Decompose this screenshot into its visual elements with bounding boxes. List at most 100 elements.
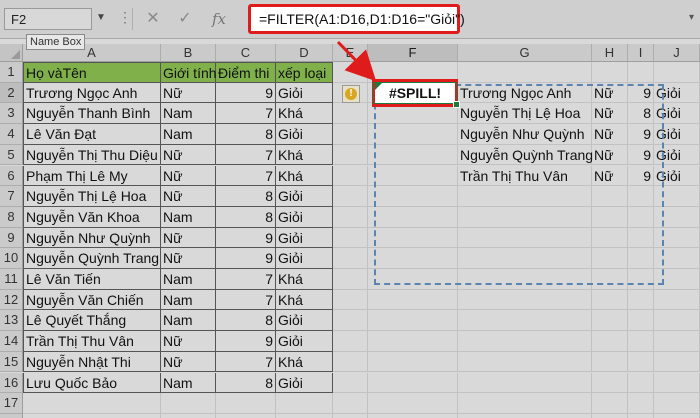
error-warning-button[interactable]: ! xyxy=(342,84,360,103)
grid-cell[interactable] xyxy=(628,289,654,311)
table-cell[interactable]: Nam xyxy=(161,269,216,290)
table-cell[interactable]: Lê Văn Tiến xyxy=(23,269,161,290)
grid-cell[interactable] xyxy=(592,372,628,394)
grid-cell[interactable] xyxy=(368,186,458,207)
table-cell[interactable]: 9 xyxy=(216,227,276,249)
grid-cell[interactable] xyxy=(592,289,628,311)
table-cell[interactable]: Nữ xyxy=(161,82,216,104)
table-cell[interactable]: Nữ xyxy=(161,248,216,269)
grid-cell[interactable] xyxy=(161,413,216,418)
grid-cell[interactable] xyxy=(216,393,276,414)
column-header-b[interactable]: B xyxy=(161,44,216,62)
grid-cell[interactable] xyxy=(628,206,654,228)
grid-cell[interactable] xyxy=(368,351,458,373)
table-cell[interactable]: Giỏi xyxy=(276,372,333,394)
table-header-cell[interactable]: Điểm thi xyxy=(216,62,276,83)
grid-cell[interactable] xyxy=(654,269,700,290)
column-header-e[interactable]: E xyxy=(333,44,368,62)
row-header-17[interactable]: 17 xyxy=(0,393,23,414)
table-cell[interactable]: Giỏi xyxy=(276,248,333,269)
column-header-g[interactable]: G xyxy=(458,44,592,62)
table-cell[interactable]: Nữ xyxy=(161,331,216,352)
table-cell[interactable]: Nguyễn Như Quỳnh xyxy=(23,227,161,249)
column-header-j[interactable]: J xyxy=(654,44,700,62)
row-header-3[interactable]: 3 xyxy=(0,103,23,125)
grid-cell[interactable] xyxy=(333,124,368,145)
grid-cell[interactable] xyxy=(333,165,368,187)
grid-cell[interactable] xyxy=(592,206,628,228)
grid-cell[interactable] xyxy=(333,227,368,249)
grid-cell[interactable] xyxy=(216,413,276,418)
expand-formula-bar-icon[interactable]: ▾ xyxy=(689,12,694,23)
grid-cell[interactable] xyxy=(368,269,458,290)
blocking-cell[interactable]: Nữ xyxy=(592,103,628,125)
grid-cell[interactable] xyxy=(276,413,333,418)
grid-cell[interactable] xyxy=(654,289,700,311)
formula-bar-grip-icon[interactable]: ⋮ xyxy=(118,9,132,26)
table-cell[interactable]: Lê Văn Đạt xyxy=(23,124,161,145)
row-header-13[interactable]: 13 xyxy=(0,310,23,332)
grid-cell[interactable] xyxy=(333,269,368,290)
fill-handle[interactable] xyxy=(453,101,460,109)
table-cell[interactable]: Nam xyxy=(161,124,216,145)
blocking-cell[interactable]: Nữ xyxy=(592,82,628,104)
name-box-dropdown-icon[interactable]: ▼ xyxy=(96,12,106,23)
grid-cell[interactable] xyxy=(654,227,700,249)
row-header-11[interactable]: 11 xyxy=(0,269,23,290)
table-cell[interactable]: Giỏi xyxy=(276,310,333,332)
table-cell[interactable]: Nam xyxy=(161,103,216,125)
grid-cell[interactable] xyxy=(592,413,628,418)
table-cell[interactable]: Nam xyxy=(161,289,216,311)
table-cell[interactable]: Nguyễn Thị Lệ Hoa xyxy=(23,186,161,207)
grid-cell[interactable] xyxy=(333,206,368,228)
column-header-c[interactable]: C xyxy=(216,44,276,62)
cancel-icon[interactable]: ✕ xyxy=(140,6,166,32)
table-cell[interactable]: 7 xyxy=(216,144,276,166)
blocking-cell[interactable]: 9 xyxy=(628,144,654,166)
grid-cell[interactable] xyxy=(333,144,368,166)
row-header-6[interactable]: 6 xyxy=(0,165,23,187)
grid-cell[interactable] xyxy=(333,413,368,418)
table-cell[interactable]: Nguyễn Văn Khoa xyxy=(23,206,161,228)
grid-cell[interactable] xyxy=(654,62,700,83)
blocking-cell[interactable]: Giỏi xyxy=(654,144,700,166)
grid-cell[interactable] xyxy=(628,186,654,207)
blocking-cell[interactable]: Nguyễn Thị Lệ Hoa xyxy=(458,103,592,125)
grid-cell[interactable] xyxy=(333,331,368,352)
table-cell[interactable]: Giỏi xyxy=(276,82,333,104)
blocking-cell[interactable]: Nguyễn Như Quỳnh xyxy=(458,124,592,145)
row-header-8[interactable]: 8 xyxy=(0,206,23,228)
grid-cell[interactable] xyxy=(628,248,654,269)
row-header-16[interactable]: 16 xyxy=(0,372,23,394)
row-header-5[interactable]: 5 xyxy=(0,144,23,166)
grid-cell[interactable] xyxy=(333,248,368,269)
table-cell[interactable]: Trần Thị Thu Vân xyxy=(23,331,161,352)
column-header-h[interactable]: H xyxy=(592,44,628,62)
table-cell[interactable]: Khá xyxy=(276,351,333,373)
column-header-f[interactable]: F xyxy=(368,44,458,62)
table-cell[interactable]: Trương Ngọc Anh xyxy=(23,82,161,104)
grid-cell[interactable] xyxy=(23,413,161,418)
grid-cell[interactable] xyxy=(628,269,654,290)
table-cell[interactable]: Nam xyxy=(161,206,216,228)
table-cell[interactable]: Nữ xyxy=(161,165,216,187)
grid-cell[interactable] xyxy=(654,413,700,418)
row-header-18[interactable]: 18 xyxy=(0,413,23,418)
table-cell[interactable]: 9 xyxy=(216,331,276,352)
table-cell[interactable]: Nữ xyxy=(161,144,216,166)
table-header-cell[interactable]: Giới tính xyxy=(161,62,217,83)
select-all-button[interactable] xyxy=(0,44,23,62)
row-header-14[interactable]: 14 xyxy=(0,331,23,352)
grid-cell[interactable] xyxy=(592,62,628,83)
table-cell[interactable]: Lưu Quốc Bảo xyxy=(23,372,161,394)
grid-cell[interactable] xyxy=(458,206,592,228)
grid-cell[interactable] xyxy=(333,186,368,207)
grid-cell[interactable] xyxy=(458,227,592,249)
grid-cell[interactable] xyxy=(628,331,654,352)
grid-cell[interactable] xyxy=(458,62,592,83)
row-header-1[interactable]: 1 xyxy=(0,62,23,83)
grid-cell[interactable] xyxy=(458,186,592,207)
table-cell[interactable]: 9 xyxy=(216,248,276,269)
grid-cell[interactable] xyxy=(592,331,628,352)
grid-cell[interactable] xyxy=(628,413,654,418)
